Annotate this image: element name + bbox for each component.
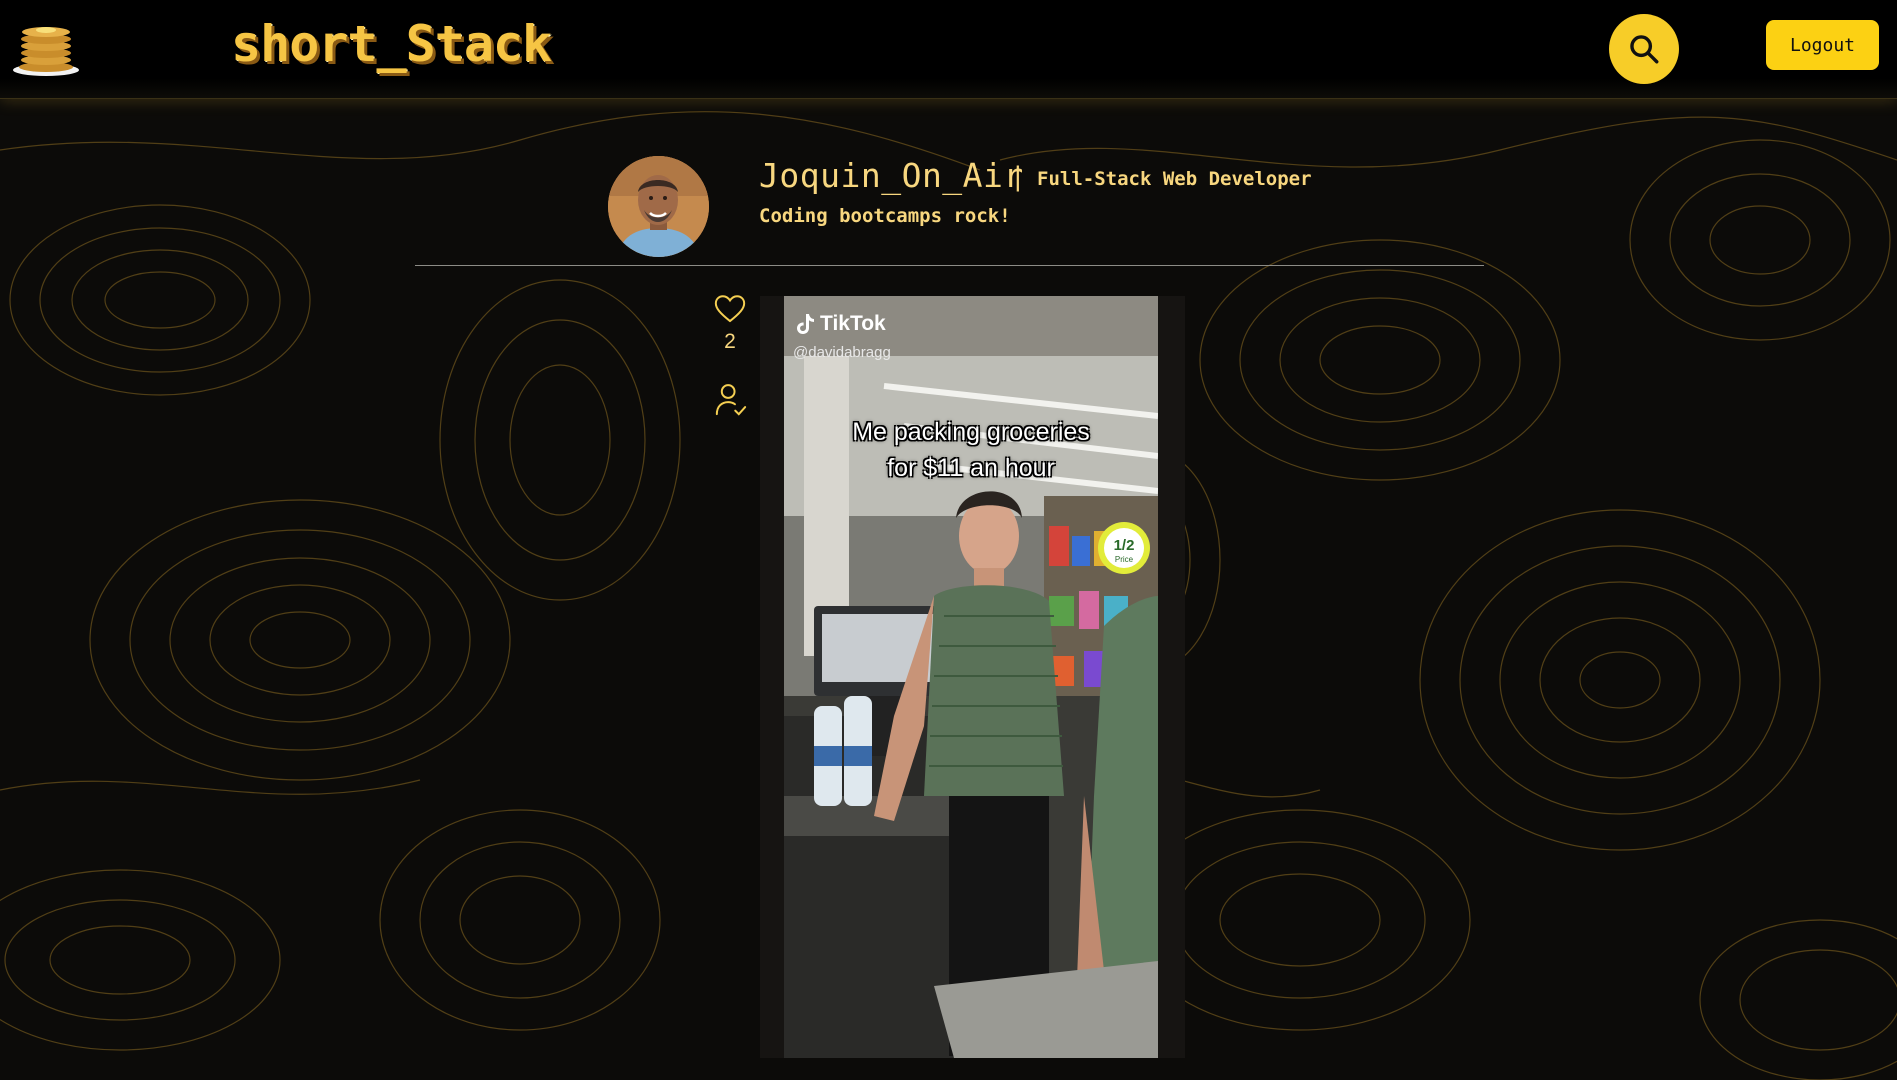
half-price-sign: 1/2 bbox=[1114, 537, 1135, 554]
tiktok-handle[interactable]: @davidabragg bbox=[793, 344, 891, 361]
brand-logo[interactable]: short_Stack bbox=[231, 14, 552, 74]
profile-username: Joquin_On_Air bbox=[759, 156, 1024, 195]
tiktok-wordmark: TikTok bbox=[820, 312, 886, 335]
tiktok-icon bbox=[797, 314, 814, 334]
search-button[interactable] bbox=[1609, 14, 1679, 84]
half-price-sign-word: Price bbox=[1115, 555, 1134, 564]
search-icon bbox=[1630, 35, 1659, 64]
pancake-stack-icon[interactable] bbox=[12, 18, 80, 76]
tiktok-embed[interactable]: 1/2 Price TikTok @davidabragg Me packing… bbox=[760, 296, 1185, 1058]
video-frame-image: 1/2 Price bbox=[784, 296, 1158, 1058]
like-button[interactable] bbox=[713, 292, 747, 326]
top-navbar: short_Stack Logout bbox=[0, 0, 1897, 99]
video-caption: Me packing groceries for $11 an hour bbox=[784, 414, 1158, 486]
video-caption-line-2: for $11 an hour bbox=[887, 454, 1055, 482]
title-separator: | bbox=[1010, 162, 1026, 192]
like-count: 2 bbox=[724, 330, 736, 353]
profile-header: Joquin_On_Air | Full-Stack Web Developer… bbox=[415, 140, 1484, 266]
video-caption-line-1: Me packing groceries bbox=[852, 418, 1090, 446]
heart-icon bbox=[714, 295, 746, 323]
tiktok-logo[interactable]: TikTok bbox=[794, 312, 886, 336]
video-player[interactable]: 1/2 Price TikTok @davidabragg bbox=[784, 296, 1158, 1058]
user-check-icon bbox=[715, 384, 747, 416]
follow-button[interactable] bbox=[714, 381, 748, 419]
profile-role: Full-Stack Web Developer bbox=[1037, 168, 1312, 190]
avatar[interactable] bbox=[608, 156, 709, 257]
profile-bio: Coding bootcamps rock! bbox=[759, 205, 1011, 227]
logout-button[interactable]: Logout bbox=[1766, 20, 1879, 70]
